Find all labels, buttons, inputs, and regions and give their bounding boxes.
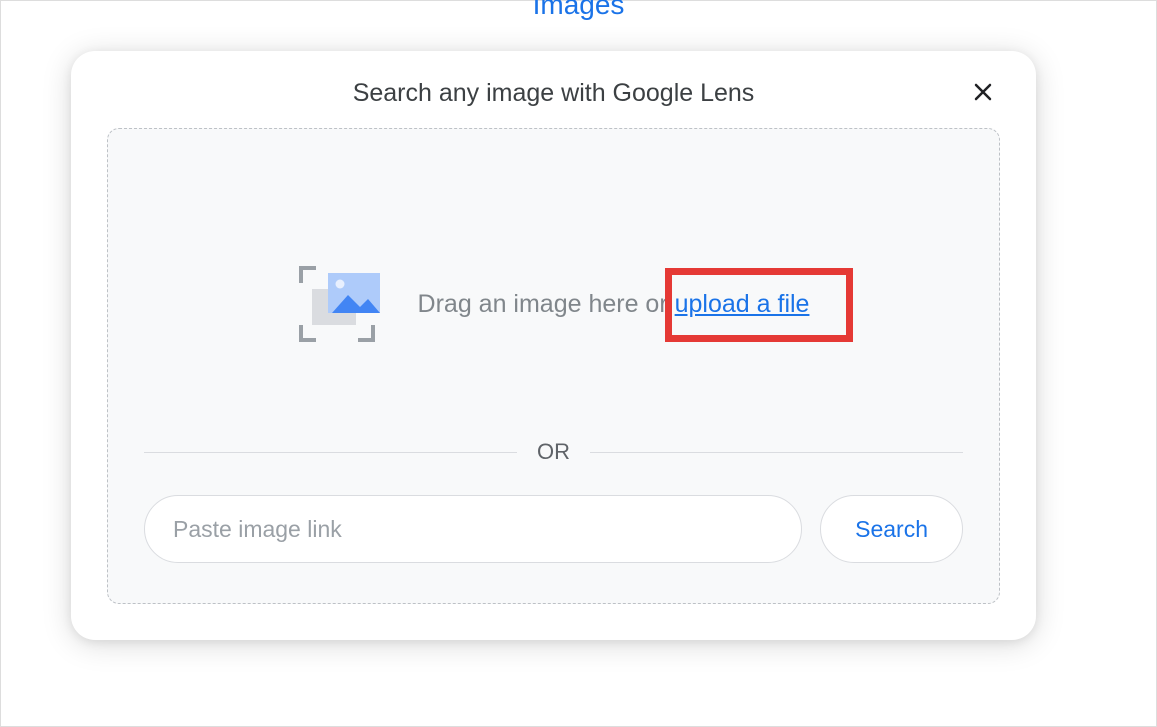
drop-instruction: Drag an image here or upload a file [418, 290, 810, 319]
background-images-text: Images [533, 0, 625, 21]
paste-link-row: Search [144, 495, 963, 563]
separator-line-left [144, 452, 517, 453]
search-button[interactable]: Search [820, 495, 963, 563]
drop-instruction-prefix: Drag an image here or [418, 290, 675, 318]
separator-row: OR [144, 439, 963, 465]
drop-main-row: Drag an image here or upload a file [144, 169, 963, 439]
image-link-input[interactable] [144, 495, 802, 563]
google-lens-modal: Search any image with Google Lens [71, 51, 1036, 640]
separator-line-right [590, 452, 963, 453]
upload-file-link[interactable]: upload a file [675, 290, 810, 318]
modal-header: Search any image with Google Lens [107, 79, 1000, 128]
drop-area[interactable]: Drag an image here or upload a file OR S… [107, 128, 1000, 604]
or-label: OR [537, 439, 570, 465]
image-upload-icon [298, 265, 388, 343]
modal-title: Search any image with Google Lens [353, 79, 755, 108]
close-button[interactable] [966, 75, 1000, 109]
close-icon [971, 80, 995, 104]
